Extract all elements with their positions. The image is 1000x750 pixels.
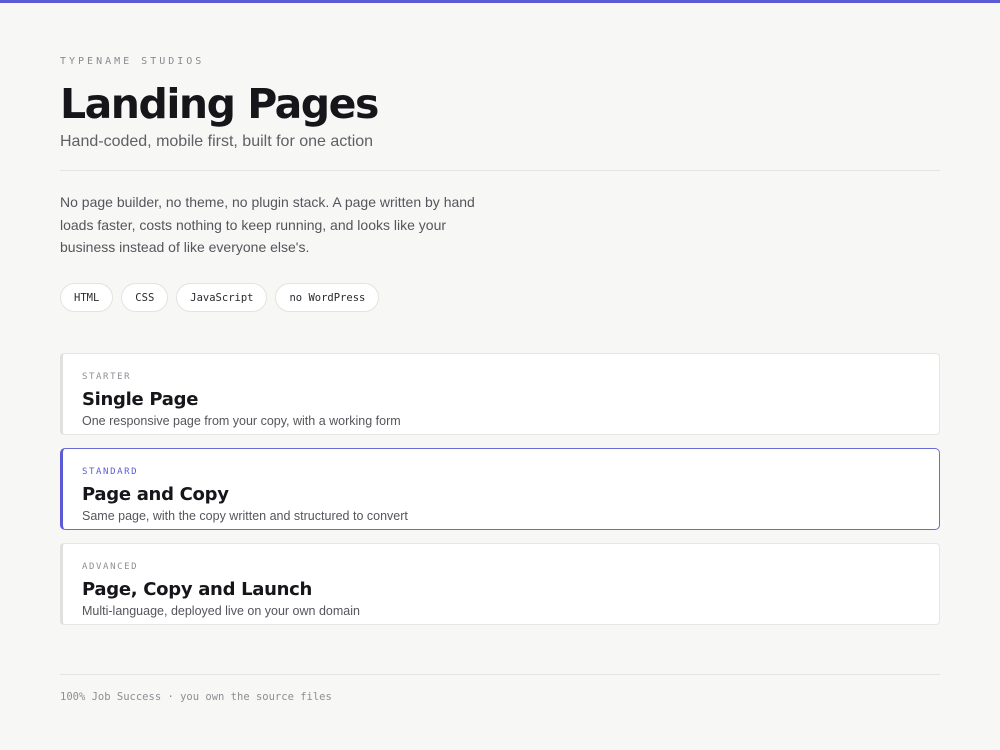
- page-subtitle: Hand-coded, mobile first, built for one …: [60, 133, 374, 150]
- footer-divider: [60, 674, 940, 675]
- tech-tags: HTML CSS JavaScript no WordPress: [60, 283, 380, 312]
- package-tier: ADVANCED: [82, 562, 139, 572]
- package-description: One responsive page from your copy, with…: [82, 414, 401, 428]
- top-accent-bar: [0, 0, 1000, 3]
- package-description: Same page, with the copy written and str…: [82, 509, 408, 523]
- package-card-standard[interactable]: STANDARD Page and Copy Same page, with t…: [60, 448, 940, 530]
- package-name: Single Page: [82, 389, 199, 410]
- package-tier: STANDARD: [82, 467, 139, 477]
- package-name: Page and Copy: [82, 484, 229, 505]
- tag-no-wordpress: no WordPress: [275, 283, 380, 312]
- page-title: Landing Pages: [60, 80, 379, 128]
- header-divider: [60, 170, 940, 171]
- package-description: Multi-language, deployed live on your ow…: [82, 604, 360, 618]
- tag-html: HTML: [60, 283, 114, 312]
- studio-name: TYPENAME STUDIOS: [60, 56, 205, 67]
- footer-note: 100% Job Success · you own the source fi…: [60, 691, 332, 703]
- package-card-starter[interactable]: STARTER Single Page One responsive page …: [60, 353, 940, 435]
- tag-css: CSS: [121, 283, 169, 312]
- tag-javascript: JavaScript: [176, 283, 268, 312]
- intro-text: No page builder, no theme, no plugin sta…: [60, 194, 475, 255]
- package-tier: STARTER: [82, 372, 132, 382]
- package-card-advanced[interactable]: ADVANCED Page, Copy and Launch Multi-lan…: [60, 543, 940, 625]
- package-name: Page, Copy and Launch: [82, 579, 313, 600]
